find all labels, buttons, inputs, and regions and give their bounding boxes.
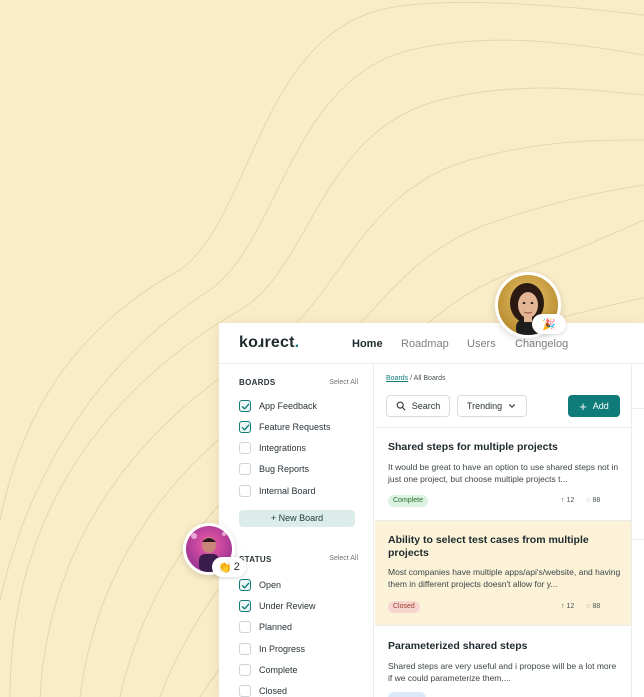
check-icon (241, 423, 249, 431)
status-filter-in-progress[interactable]: In Progress (239, 642, 305, 656)
breadcrumb-current: All Boards (413, 375, 446, 382)
comment-icon: ◌ (586, 497, 591, 504)
check-icon (241, 602, 249, 610)
post-card[interactable]: Parameterized shared steps Shared steps … (375, 625, 631, 697)
status-label: Planned (259, 622, 293, 632)
posts-feed: Boards / All Boards Search Trending + Ad… (375, 364, 631, 697)
checkbox-checked[interactable] (239, 600, 251, 612)
post-description: Most companies have multiple apps/api's/… (388, 567, 621, 589)
checkbox[interactable] (239, 685, 251, 697)
board-label: App Feedback (259, 401, 318, 411)
status-label: Closed (259, 686, 288, 696)
sort-label: Trending (466, 401, 503, 411)
add-post-button[interactable]: + Add (568, 395, 620, 417)
board-filter-internal-board[interactable]: Internal Board (239, 484, 316, 498)
korrect-logo[interactable]: koɹrect. (239, 334, 299, 352)
search-icon (396, 401, 406, 411)
nav-roadmap[interactable]: Roadmap (401, 338, 449, 350)
comment-value: 88 (592, 497, 601, 504)
status-label: Complete (259, 665, 298, 675)
nav-home[interactable]: Home (352, 338, 383, 350)
post-stats: ↑ 12 ◌ 88 (561, 497, 600, 504)
app-window: koɹrect. Home Roadmap Users Changelog BO… (219, 323, 644, 697)
new-board-button[interactable]: + New Board (239, 510, 355, 527)
search-button[interactable]: Search (386, 395, 450, 417)
board-label: Feature Requests (259, 422, 331, 432)
logo-text: koɹrect (239, 334, 295, 351)
status-label: In Progress (259, 644, 306, 654)
checkbox[interactable] (239, 442, 251, 454)
status-badge (388, 692, 426, 697)
post-description: It would be great to have an option to u… (388, 462, 619, 484)
nav-users[interactable]: Users (467, 338, 496, 350)
boards-select-all[interactable]: Select All (329, 379, 358, 386)
clapping-hands-icon: 👏 (218, 561, 232, 574)
clap-count: 2 (233, 561, 240, 573)
search-label: Search (411, 401, 441, 411)
comment-count[interactable]: ◌ 88 (586, 497, 600, 504)
post-title[interactable]: Ability to select test cases from multip… (388, 534, 618, 560)
status-label: Under Review (259, 601, 316, 611)
clap-reaction-badge: 👏 2 (212, 557, 246, 577)
boards-section-title: BOARDS (239, 378, 276, 387)
board-filter-feature-requests[interactable]: Feature Requests (239, 420, 331, 434)
status-badge: Closed (388, 601, 420, 613)
add-label: Add (592, 401, 609, 411)
status-filter-planned[interactable]: Planned (239, 620, 292, 634)
arrow-up-icon: ↑ (561, 497, 565, 504)
comment-icon: ◌ (586, 603, 591, 610)
right-column-edge (631, 364, 644, 697)
board-filter-bug-reports[interactable]: Bug Reports (239, 462, 309, 476)
checkbox[interactable] (239, 485, 251, 497)
status-filter-under-review[interactable]: Under Review (239, 599, 316, 613)
nav-changelog[interactable]: Changelog (515, 338, 568, 350)
party-reaction-badge: 🎉 (532, 314, 566, 334)
status-filter-closed[interactable]: Closed (239, 684, 287, 697)
board-label: Internal Board (259, 486, 316, 496)
status-filter-complete[interactable]: Complete (239, 663, 298, 677)
post-title[interactable]: Shared steps for multiple projects (388, 441, 618, 454)
sort-dropdown[interactable]: Trending (457, 395, 527, 417)
plus-icon: + (579, 398, 587, 414)
board-filter-app-feedback[interactable]: App Feedback (239, 399, 317, 413)
post-card-highlighted[interactable]: Ability to select test cases from multip… (375, 520, 631, 625)
status-select-all[interactable]: Select All (329, 555, 358, 562)
status-label: Open (259, 580, 282, 590)
upvote-value: 12 (566, 603, 575, 610)
status-filter-open[interactable]: Open (239, 578, 281, 592)
arrow-up-icon: ↑ (561, 603, 565, 610)
post-card[interactable]: Shared steps for multiple projects It wo… (375, 427, 631, 520)
comment-value: 88 (592, 603, 601, 610)
divider (632, 539, 644, 540)
post-stats: ↑ 12 ◌ 88 (561, 603, 600, 610)
chevron-down-icon (509, 404, 516, 408)
divider (632, 408, 644, 409)
status-badge: Complete (388, 495, 428, 507)
checkbox-checked[interactable] (239, 421, 251, 433)
post-description: Shared steps are very useful and i propo… (388, 661, 617, 683)
upvote-count[interactable]: ↑ 12 (561, 603, 574, 610)
checkbox[interactable] (239, 463, 251, 475)
checkbox[interactable] (239, 643, 251, 655)
check-icon (241, 581, 249, 589)
breadcrumb-separator: / (410, 375, 413, 382)
board-filter-integrations[interactable]: Integrations (239, 441, 306, 455)
board-label: Bug Reports (259, 464, 310, 474)
breadcrumb-boards-link[interactable]: Boards (386, 375, 408, 382)
checkbox[interactable] (239, 621, 251, 633)
comment-count[interactable]: ◌ 88 (586, 603, 600, 610)
check-icon (241, 402, 249, 410)
logo-dot: . (294, 334, 300, 351)
top-nav-bar: koɹrect. Home Roadmap Users Changelog (219, 323, 644, 364)
filter-sidebar: BOARDS Select All App Feedback Feature R… (219, 364, 374, 697)
breadcrumb: Boards / All Boards (386, 375, 446, 382)
checkbox[interactable] (239, 664, 251, 676)
board-label: Integrations (259, 443, 307, 453)
upvote-count[interactable]: ↑ 12 (561, 497, 574, 504)
checkbox-checked[interactable] (239, 400, 251, 412)
post-title[interactable]: Parameterized shared steps (388, 640, 618, 653)
checkbox-checked[interactable] (239, 579, 251, 591)
upvote-value: 12 (566, 497, 575, 504)
party-popper-icon: 🎉 (542, 318, 556, 331)
